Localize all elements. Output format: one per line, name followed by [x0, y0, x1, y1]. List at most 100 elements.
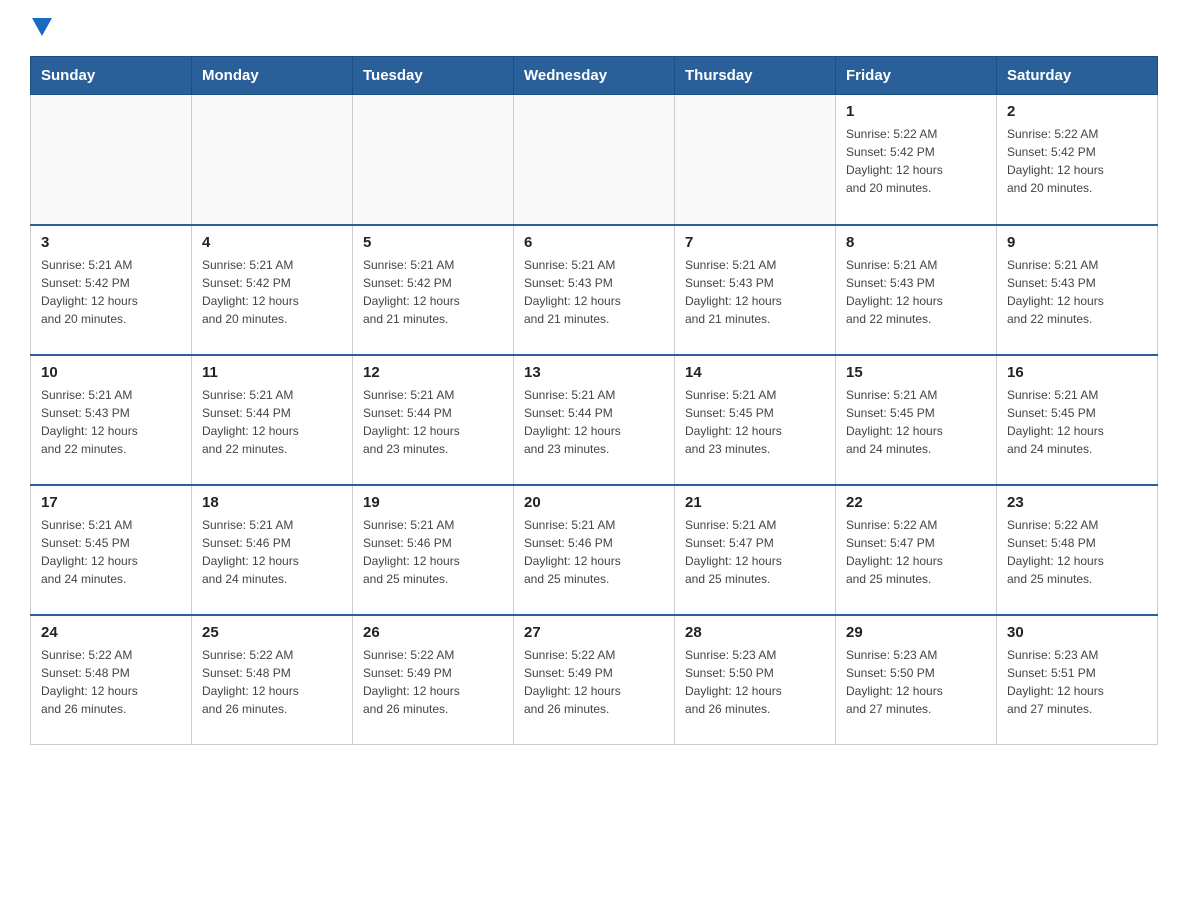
- day-info: Sunrise: 5:21 AM Sunset: 5:44 PM Dayligh…: [524, 386, 664, 458]
- day-number: 6: [524, 234, 664, 251]
- calendar-cell: 19 Sunrise: 5:21 AM Sunset: 5:46 PM Dayli…: [353, 485, 514, 615]
- calendar-cell: 10Sunrise: 5:21 AM Sunset: 5:43 PM Dayli…: [31, 355, 192, 485]
- day-number: 21: [685, 494, 825, 511]
- day-number: 18: [202, 494, 342, 511]
- day-info: Sunrise: 5:23 AM Sunset: 5:51 PM Dayligh…: [1007, 646, 1147, 718]
- day-info: Sunrise: 5:21 AM Sunset: 5:46 PM Dayligh…: [524, 516, 664, 588]
- page-header: [30, 20, 1158, 36]
- calendar-cell: 4 Sunrise: 5:21 AM Sunset: 5:42 PM Daylig…: [192, 225, 353, 355]
- calendar-header-wednesday: Wednesday: [514, 57, 675, 95]
- calendar-cell: 1 Sunrise: 5:22 AM Sunset: 5:42 PM Daylig…: [836, 95, 997, 225]
- day-number: 12: [363, 364, 503, 381]
- calendar-cell: 22Sunrise: 5:22 AM Sunset: 5:47 PM Dayli…: [836, 485, 997, 615]
- day-number: 14: [685, 364, 825, 381]
- day-number: 5: [363, 234, 503, 251]
- calendar-cell: [192, 95, 353, 225]
- calendar-cell: 12Sunrise: 5:21 AM Sunset: 5:44 PM Dayli…: [353, 355, 514, 485]
- day-info: Sunrise: 5:21 AM Sunset: 5:43 PM Dayligh…: [524, 256, 664, 328]
- day-info: Sunrise: 5:22 AM Sunset: 5:49 PM Dayligh…: [524, 646, 664, 718]
- day-number: 25: [202, 624, 342, 641]
- calendar-week-row: 17 Sunrise: 5:21 AM Sunset: 5:45 PM Dayli…: [31, 485, 1158, 615]
- calendar-cell: 7Sunrise: 5:21 AM Sunset: 5:43 PM Daylig…: [675, 225, 836, 355]
- day-number: 3: [41, 234, 181, 251]
- day-number: 26: [363, 624, 503, 641]
- day-info: Sunrise: 5:22 AM Sunset: 5:48 PM Dayligh…: [202, 646, 342, 718]
- day-info: Sunrise: 5:21 AM Sunset: 5:45 PM Dayligh…: [846, 386, 986, 458]
- calendar-cell: 3 Sunrise: 5:21 AM Sunset: 5:42 PM Daylig…: [31, 225, 192, 355]
- day-info: Sunrise: 5:22 AM Sunset: 5:48 PM Dayligh…: [1007, 516, 1147, 588]
- day-info: Sunrise: 5:23 AM Sunset: 5:50 PM Dayligh…: [846, 646, 986, 718]
- calendar-week-row: 3 Sunrise: 5:21 AM Sunset: 5:42 PM Daylig…: [31, 225, 1158, 355]
- calendar-cell: 11 Sunrise: 5:21 AM Sunset: 5:44 PM Dayli…: [192, 355, 353, 485]
- day-info: Sunrise: 5:22 AM Sunset: 5:49 PM Dayligh…: [363, 646, 503, 718]
- calendar-header-saturday: Saturday: [997, 57, 1158, 95]
- calendar-week-row: 1 Sunrise: 5:22 AM Sunset: 5:42 PM Daylig…: [31, 95, 1158, 225]
- day-number: 22: [846, 494, 986, 511]
- calendar-cell: 2Sunrise: 5:22 AM Sunset: 5:42 PM Daylig…: [997, 95, 1158, 225]
- calendar-cell: 6 Sunrise: 5:21 AM Sunset: 5:43 PM Daylig…: [514, 225, 675, 355]
- calendar-cell: [31, 95, 192, 225]
- day-info: Sunrise: 5:23 AM Sunset: 5:50 PM Dayligh…: [685, 646, 825, 718]
- calendar-cell: 21 Sunrise: 5:21 AM Sunset: 5:47 PM Dayli…: [675, 485, 836, 615]
- calendar-header-thursday: Thursday: [675, 57, 836, 95]
- calendar-header-friday: Friday: [836, 57, 997, 95]
- day-number: 16: [1007, 364, 1147, 381]
- day-number: 20: [524, 494, 664, 511]
- calendar-week-row: 24 Sunrise: 5:22 AM Sunset: 5:48 PM Dayli…: [31, 615, 1158, 745]
- calendar-cell: 13 Sunrise: 5:21 AM Sunset: 5:44 PM Dayli…: [514, 355, 675, 485]
- calendar-cell: 5 Sunrise: 5:21 AM Sunset: 5:42 PM Daylig…: [353, 225, 514, 355]
- calendar-cell: 9Sunrise: 5:21 AM Sunset: 5:43 PM Daylig…: [997, 225, 1158, 355]
- calendar-cell: [514, 95, 675, 225]
- day-info: Sunrise: 5:21 AM Sunset: 5:43 PM Dayligh…: [1007, 256, 1147, 328]
- day-number: 28: [685, 624, 825, 641]
- day-number: 24: [41, 624, 181, 641]
- logo-triangle-icon: [32, 18, 52, 36]
- day-info: Sunrise: 5:21 AM Sunset: 5:43 PM Dayligh…: [846, 256, 986, 328]
- day-info: Sunrise: 5:21 AM Sunset: 5:45 PM Dayligh…: [41, 516, 181, 588]
- day-number: 15: [846, 364, 986, 381]
- day-number: 4: [202, 234, 342, 251]
- calendar-cell: 26 Sunrise: 5:22 AM Sunset: 5:49 PM Dayli…: [353, 615, 514, 745]
- calendar-week-row: 10Sunrise: 5:21 AM Sunset: 5:43 PM Dayli…: [31, 355, 1158, 485]
- day-number: 8: [846, 234, 986, 251]
- calendar-cell: 28 Sunrise: 5:23 AM Sunset: 5:50 PM Dayli…: [675, 615, 836, 745]
- day-number: 11: [202, 364, 342, 381]
- day-info: Sunrise: 5:21 AM Sunset: 5:43 PM Dayligh…: [685, 256, 825, 328]
- day-info: Sunrise: 5:21 AM Sunset: 5:45 PM Dayligh…: [1007, 386, 1147, 458]
- calendar-cell: [353, 95, 514, 225]
- day-info: Sunrise: 5:21 AM Sunset: 5:42 PM Dayligh…: [202, 256, 342, 328]
- calendar-cell: 20 Sunrise: 5:21 AM Sunset: 5:46 PM Dayli…: [514, 485, 675, 615]
- calendar-table: SundayMondayTuesdayWednesdayThursdayFrid…: [30, 56, 1158, 745]
- calendar-cell: [675, 95, 836, 225]
- calendar-cell: 8 Sunrise: 5:21 AM Sunset: 5:43 PM Daylig…: [836, 225, 997, 355]
- day-number: 1: [846, 103, 986, 120]
- calendar-header-row: SundayMondayTuesdayWednesdayThursdayFrid…: [31, 57, 1158, 95]
- day-number: 23: [1007, 494, 1147, 511]
- calendar-cell: 14 Sunrise: 5:21 AM Sunset: 5:45 PM Dayli…: [675, 355, 836, 485]
- calendar-cell: 30 Sunrise: 5:23 AM Sunset: 5:51 PM Dayli…: [997, 615, 1158, 745]
- day-info: Sunrise: 5:21 AM Sunset: 5:45 PM Dayligh…: [685, 386, 825, 458]
- day-number: 13: [524, 364, 664, 381]
- day-number: 30: [1007, 624, 1147, 641]
- calendar-cell: 25 Sunrise: 5:22 AM Sunset: 5:48 PM Dayli…: [192, 615, 353, 745]
- day-number: 19: [363, 494, 503, 511]
- day-info: Sunrise: 5:21 AM Sunset: 5:47 PM Dayligh…: [685, 516, 825, 588]
- calendar-cell: 24 Sunrise: 5:22 AM Sunset: 5:48 PM Dayli…: [31, 615, 192, 745]
- day-number: 17: [41, 494, 181, 511]
- day-info: Sunrise: 5:22 AM Sunset: 5:48 PM Dayligh…: [41, 646, 181, 718]
- day-info: Sunrise: 5:21 AM Sunset: 5:46 PM Dayligh…: [363, 516, 503, 588]
- calendar-cell: 23 Sunrise: 5:22 AM Sunset: 5:48 PM Dayli…: [997, 485, 1158, 615]
- calendar-cell: 16 Sunrise: 5:21 AM Sunset: 5:45 PM Dayli…: [997, 355, 1158, 485]
- calendar-header-tuesday: Tuesday: [353, 57, 514, 95]
- day-number: 10: [41, 364, 181, 381]
- calendar-header-sunday: Sunday: [31, 57, 192, 95]
- day-number: 29: [846, 624, 986, 641]
- day-info: Sunrise: 5:21 AM Sunset: 5:42 PM Dayligh…: [41, 256, 181, 328]
- day-info: Sunrise: 5:21 AM Sunset: 5:44 PM Dayligh…: [202, 386, 342, 458]
- day-info: Sunrise: 5:22 AM Sunset: 5:42 PM Dayligh…: [846, 125, 986, 197]
- calendar-cell: 18Sunrise: 5:21 AM Sunset: 5:46 PM Dayli…: [192, 485, 353, 615]
- day-info: Sunrise: 5:22 AM Sunset: 5:42 PM Dayligh…: [1007, 125, 1147, 197]
- calendar-cell: 29 Sunrise: 5:23 AM Sunset: 5:50 PM Dayli…: [836, 615, 997, 745]
- day-number: 27: [524, 624, 664, 641]
- day-info: Sunrise: 5:21 AM Sunset: 5:42 PM Dayligh…: [363, 256, 503, 328]
